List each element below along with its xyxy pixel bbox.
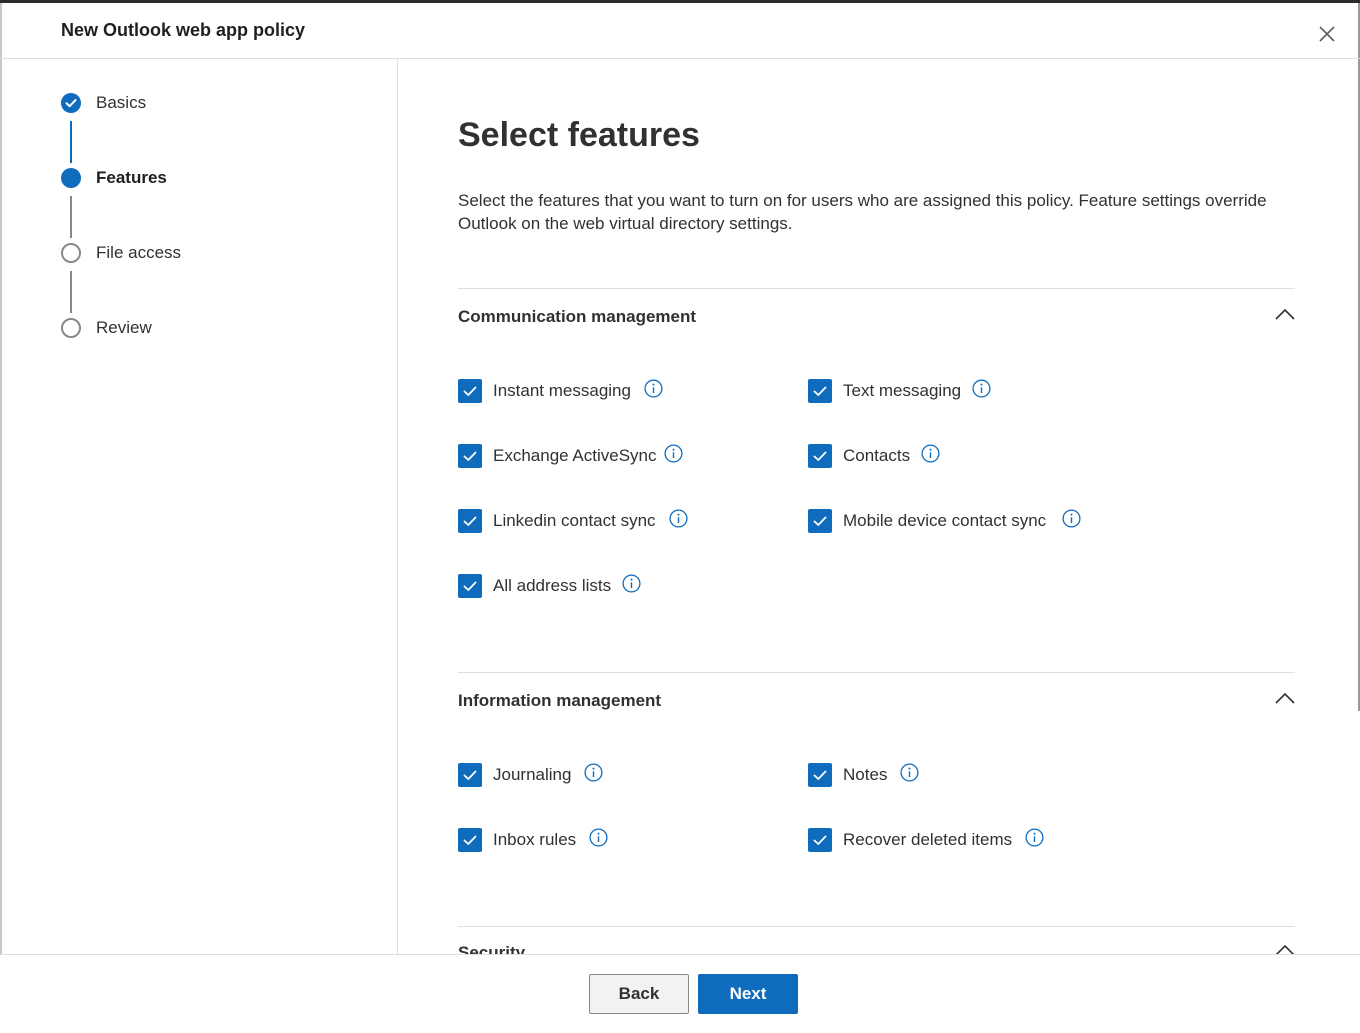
checkbox-label: Journaling (493, 765, 572, 784)
checkbox-label: Notes (843, 765, 888, 784)
collapse-communication-button[interactable] (1273, 307, 1297, 323)
checkbox-label: Instant messaging (493, 381, 631, 400)
step-connector (70, 121, 72, 163)
checkbox-label: Text messaging (843, 381, 962, 400)
section-title-communication: Communication management (458, 307, 697, 326)
step-complete-icon (61, 93, 81, 113)
checkbox-checked-icon (808, 828, 832, 852)
step-current-icon (61, 168, 81, 188)
section-divider (458, 288, 1295, 289)
checkbox-label: Recover deleted items (843, 830, 1013, 849)
info-icon[interactable] (921, 444, 940, 463)
close-button[interactable] (1314, 21, 1340, 47)
step-connector (70, 271, 72, 313)
page-title: Select features (458, 116, 700, 154)
checkbox-checked-icon (458, 763, 482, 787)
info-icon[interactable] (589, 828, 608, 847)
step-label: File access (96, 243, 182, 262)
checkbox-checked-icon (808, 763, 832, 787)
info-icon[interactable] (622, 574, 641, 593)
checkbox-checked-icon (808, 444, 832, 468)
info-icon[interactable] (1025, 828, 1044, 847)
info-icon[interactable] (1062, 509, 1081, 528)
chevron-up-icon (1275, 692, 1295, 704)
section-title-information: Information management (458, 691, 662, 710)
step-label: Features (96, 168, 167, 187)
checkbox-label: Exchange ActiveSync (493, 446, 657, 465)
checkbox-checked-icon (458, 828, 482, 852)
main-content: Select features Select the features that… (398, 59, 1358, 954)
page-description: Select the features that you want to tur… (458, 191, 1267, 233)
wizard-steps: Basics Features File access Review (0, 59, 398, 954)
section-title-security: Security (458, 943, 526, 954)
info-icon[interactable] (584, 763, 603, 782)
panel-title: New Outlook web app policy (61, 20, 306, 40)
back-button[interactable]: Back (589, 974, 689, 1014)
chevron-up-icon (1275, 308, 1295, 320)
info-icon[interactable] (900, 763, 919, 782)
info-icon[interactable] (644, 379, 663, 398)
panel-header: New Outlook web app policy (0, 3, 1360, 59)
checkbox-label: Linkedin contact sync (493, 511, 656, 530)
step-pending-icon (61, 243, 81, 263)
info-icon[interactable] (972, 379, 991, 398)
next-button[interactable]: Next (698, 974, 798, 1014)
section-divider (458, 672, 1295, 673)
checkbox-checked-icon (458, 379, 482, 403)
checkbox-checked-icon (808, 509, 832, 533)
info-icon[interactable] (664, 444, 683, 463)
step-label: Basics (96, 93, 147, 112)
checkbox-label: Contacts (843, 446, 911, 465)
step-pending-icon (61, 318, 81, 338)
info-icon[interactable] (669, 509, 688, 528)
checkbox-checked-icon (458, 574, 482, 598)
collapse-security-button[interactable] (1273, 943, 1297, 954)
step-connector (70, 196, 72, 238)
step-label: Review (96, 318, 152, 337)
checkbox-checked-icon (458, 509, 482, 533)
collapse-information-button[interactable] (1273, 691, 1297, 707)
checkbox-label: Inbox rules (493, 830, 577, 849)
checkbox-checked-icon (458, 444, 482, 468)
checkbox-checked-icon (808, 379, 832, 403)
chevron-up-icon (1275, 944, 1295, 954)
close-icon (1319, 26, 1335, 42)
panel-footer: Back Next (0, 954, 1360, 1033)
checkbox-label: All address lists (493, 576, 612, 595)
section-divider (458, 926, 1295, 927)
checkbox-label: Mobile device contact sync (843, 511, 1047, 530)
